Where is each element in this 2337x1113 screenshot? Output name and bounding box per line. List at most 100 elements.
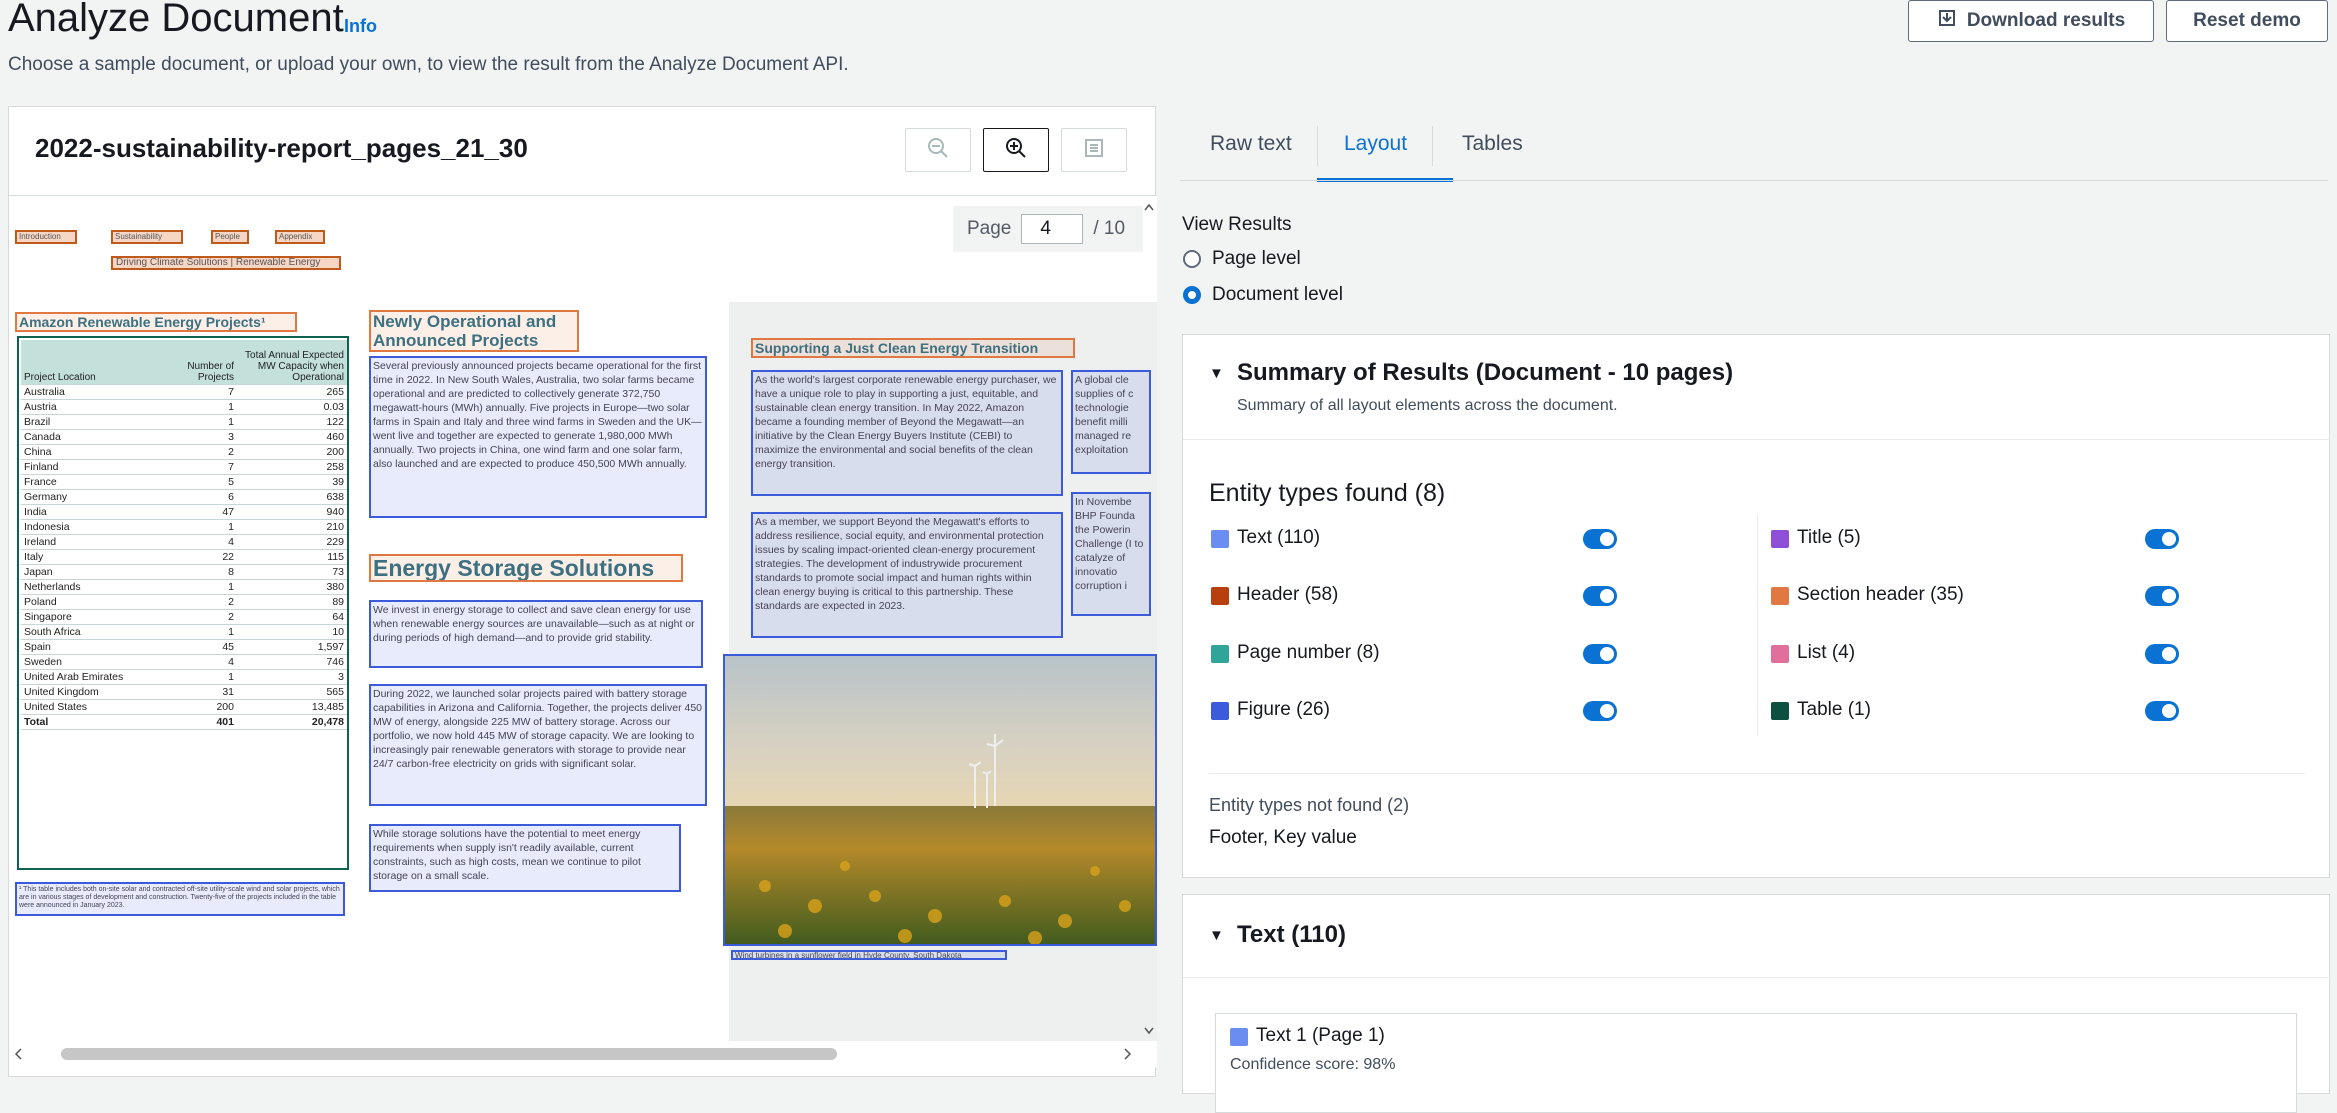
section-header-box[interactable]: Newly Operational and Announced Projects [369,310,579,352]
table-cell: 1 [167,669,237,685]
text-box[interactable]: We invest in energy storage to collect a… [369,600,703,668]
text-section-title[interactable]: Text (110) [1237,921,1346,949]
page-level-radio[interactable] [1183,250,1201,268]
info-link[interactable]: Info [344,16,377,37]
table-row: Italy 22 115 [21,549,347,565]
table-header-cell: Number of Projects [167,340,237,385]
zoom-out-icon [927,137,949,164]
table-row: Austria 1 0.03 [21,399,347,415]
summary-title[interactable]: Summary of Results (Document - 10 pages) [1237,359,1733,387]
table-row: Australia 7 265 [21,384,347,400]
text-box[interactable]: Several previously announced projects be… [369,356,707,518]
page-level-label: Page level [1212,248,1301,269]
page-selector: Page 4 / 10 [953,206,1143,252]
table-cell: 4 [167,654,237,670]
view-results-label: View Results [1182,214,1292,235]
table-cell: 64 [237,609,347,625]
tab-tables[interactable]: Tables [1462,132,1523,156]
page-title: Analyze Document [8,0,344,40]
caret-down-icon[interactable]: ▼ [1209,927,1224,944]
doc-nav-item: People [211,230,249,244]
divider [1209,773,2305,774]
entity-table-label: Table (1) [1797,699,1871,720]
table-cell: Indonesia [21,519,167,535]
table-row: India 47 940 [21,504,347,520]
entities-found-title: Entity types found (8) [1209,479,1446,507]
table-cell: 5 [167,474,237,490]
table-header-cell: Project Location [21,340,167,385]
download-icon [1937,8,1957,34]
table-cell: 3 [237,669,347,685]
table-row: South Africa 1 10 [21,624,347,640]
table-cell: 401 [167,714,237,730]
figure-box[interactable] [723,654,1157,946]
text-box[interactable]: Wind turbines in a sunflower field in Hy… [731,950,1007,960]
text-item-card[interactable]: Text 1 (Page 1) Confidence score: 98% [1215,1013,2297,1113]
doc-nav-item: Sustainability [111,230,183,244]
entity-title-toggle[interactable] [2145,529,2179,549]
text-box[interactable]: During 2022, we launched solar projects … [369,684,707,806]
text-box[interactable]: A global cle supplies of c technologie b… [1071,370,1151,474]
table-cell: 200 [237,444,347,460]
entity-section-header-label: Section header (35) [1797,584,1964,605]
entity-list-toggle[interactable] [2145,644,2179,664]
entity-table-toggle[interactable] [2145,701,2179,721]
page-subtitle: Choose a sample document, or upload your… [8,54,849,75]
entity-text-toggle[interactable] [1583,529,1617,549]
document-title: 2022-sustainability-report_pages_21_30 [35,133,528,163]
text-box[interactable]: While storage solutions have the potenti… [369,824,681,892]
table-cell: 10 [237,624,347,640]
section-header-box[interactable]: Amazon Renewable Energy Projects¹ [15,312,297,332]
table-cell: 200 [167,699,237,715]
table-row: United Kingdom 31 565 [21,684,347,700]
table-cell: 115 [237,549,347,565]
reset-demo-button[interactable]: Reset demo [2166,0,2328,42]
tab-divider [1317,126,1318,166]
text-box[interactable]: In Novembe BHP Founda the Powerin Challe… [1071,492,1151,616]
sunflower-field-photo [725,656,1155,944]
table-cell: 210 [237,519,347,535]
table-cell: 2 [167,609,237,625]
text-box[interactable]: ¹ This table includes both on-site solar… [15,882,345,916]
vertical-scrollbar[interactable] [1143,196,1155,1041]
entity-page-number-label: Page number (8) [1237,642,1380,663]
text-box[interactable]: As a member, we support Beyond the Megaw… [751,512,1063,638]
table-cell: 8 [167,564,237,580]
divider [1183,439,2331,440]
table-cell: 20,478 [237,714,347,730]
table-cell: 122 [237,414,347,430]
page-number-input[interactable]: 4 [1021,214,1084,244]
doc-subnav: Driving Climate Solutions | Renewable En… [111,256,341,270]
table-cell: Singapore [21,609,167,625]
document-level-radio[interactable] [1183,286,1201,304]
tab-raw-text[interactable]: Raw text [1210,132,1292,156]
caret-down-icon[interactable]: ▼ [1209,365,1224,382]
table-row: Germany 6 638 [21,489,347,505]
text-box[interactable]: As the world's largest corporate renewab… [751,370,1063,496]
fit-page-icon [1083,137,1105,164]
table-cell: Italy [21,549,167,565]
tab-layout[interactable]: Layout [1344,132,1407,156]
summary-card: ▼ Summary of Results (Document - 10 page… [1182,334,2331,878]
table-cell: 1 [167,519,237,535]
table-cell: 2 [167,444,237,460]
zoom-out-button[interactable] [905,128,971,172]
table-row: France 5 39 [21,474,347,490]
fit-page-button[interactable] [1061,128,1127,172]
table-cell: Total [21,714,167,730]
horizontal-scrollbar[interactable] [9,1041,1157,1067]
table-cell: 7 [167,459,237,475]
entity-section-header-toggle[interactable] [2145,586,2179,606]
entity-page-number-toggle[interactable] [1583,644,1617,664]
entity-header-toggle[interactable] [1583,586,1617,606]
table-cell: United States [21,699,167,715]
table-row: Indonesia 1 210 [21,519,347,535]
section-header-box[interactable]: Supporting a Just Clean Energy Transitio… [751,338,1075,358]
table-row: Finland 7 258 [21,459,347,475]
zoom-in-button[interactable] [983,128,1049,172]
entity-figure-toggle[interactable] [1583,701,1617,721]
tabs-underline [1180,180,2328,181]
table-cell: 6 [167,489,237,505]
section-header-box[interactable]: Energy Storage Solutions [369,554,683,582]
download-results-button[interactable]: Download results [1908,0,2154,42]
